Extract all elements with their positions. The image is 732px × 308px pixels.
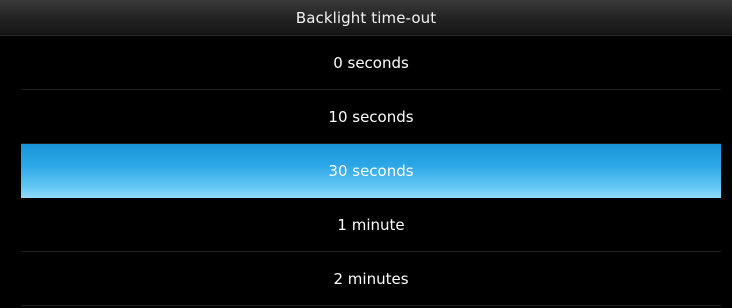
option-list: 0 seconds 10 seconds 30 seconds 1 minute…: [21, 36, 721, 308]
option-0-seconds[interactable]: 0 seconds: [21, 36, 721, 90]
option-label: 30 seconds: [328, 161, 414, 180]
dialog-title: Backlight time-out: [295, 8, 437, 27]
option-label: 0 seconds: [333, 53, 409, 72]
option-label: 2 minutes: [333, 269, 409, 288]
option-10-seconds[interactable]: 10 seconds: [21, 90, 721, 144]
dialog-title-bar: Backlight time-out: [0, 0, 732, 36]
option-30-seconds[interactable]: 30 seconds: [21, 144, 721, 198]
option-label: 1 minute: [337, 215, 405, 234]
option-label: 10 seconds: [328, 107, 414, 126]
option-1-minute[interactable]: 1 minute: [21, 198, 721, 252]
option-2-minutes[interactable]: 2 minutes: [21, 252, 721, 306]
